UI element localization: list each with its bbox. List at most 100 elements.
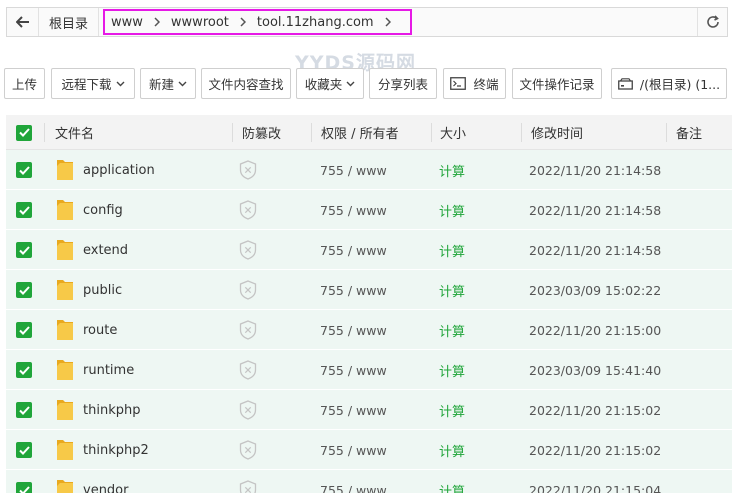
- size-calc-link[interactable]: 计算: [439, 150, 465, 190]
- shield-icon[interactable]: [239, 150, 257, 190]
- mtime-value: 2022/11/20 21:14:58: [529, 162, 662, 178]
- row-checkbox[interactable]: [16, 470, 32, 493]
- permission-value[interactable]: 755 / www: [320, 350, 387, 390]
- content-search-button[interactable]: 文件内容查找: [201, 68, 291, 99]
- mtime-value: 2023/03/09 15:41:40: [529, 362, 662, 378]
- mtime-value: 2022/11/20 21:15:04: [529, 482, 662, 493]
- header-name[interactable]: 文件名: [55, 115, 94, 150]
- check-icon: [18, 165, 30, 175]
- permission-value[interactable]: 755 / www: [320, 390, 387, 430]
- header-note[interactable]: 备注: [676, 115, 702, 150]
- permission-value[interactable]: 755 / www: [320, 270, 387, 310]
- row-checkbox[interactable]: [16, 390, 32, 430]
- size-calc-link[interactable]: 计算: [439, 470, 465, 493]
- folder-icon: [55, 310, 75, 350]
- row-checkbox[interactable]: [16, 190, 32, 230]
- table-row[interactable]: vendor 755 / www 计算 2022/11/20 21:15:04: [6, 470, 732, 493]
- row-checkbox[interactable]: [16, 270, 32, 310]
- file-name[interactable]: thinkphp: [83, 390, 140, 430]
- folder-icon: [55, 270, 75, 310]
- breadcrumb-item-www[interactable]: www: [111, 15, 143, 30]
- op-log-button[interactable]: 文件操作记录: [512, 68, 602, 99]
- breadcrumb: www wwwroot tool.11zhang.com: [103, 9, 412, 35]
- chevron-down-icon: [116, 81, 125, 87]
- table-row[interactable]: thinkphp 755 / www 计算 2022/11/20 21:15:0…: [6, 390, 732, 430]
- permission-value[interactable]: 755 / www: [320, 150, 387, 190]
- table-row[interactable]: route 755 / www 计算 2022/11/20 21:15:00: [6, 310, 732, 350]
- permission-value[interactable]: 755 / www: [320, 230, 387, 270]
- size-calc-link[interactable]: 计算: [439, 350, 465, 390]
- mtime-value: 2022/11/20 21:14:58: [529, 242, 662, 258]
- folder-icon: [55, 230, 75, 270]
- shield-icon[interactable]: [239, 230, 257, 270]
- shield-icon[interactable]: [239, 190, 257, 230]
- file-name[interactable]: vendor: [83, 470, 128, 493]
- refresh-icon: [706, 15, 719, 28]
- permission-value[interactable]: 755 / www: [320, 190, 387, 230]
- table-row[interactable]: config 755 / www 计算 2022/11/20 21:14:58: [6, 190, 732, 230]
- refresh-button[interactable]: [697, 8, 727, 36]
- file-name[interactable]: application: [83, 150, 155, 190]
- upload-button[interactable]: 上传: [4, 68, 45, 99]
- permission-value[interactable]: 755 / www: [320, 470, 387, 493]
- table-row[interactable]: application 755 / www 计算 2022/11/20 21:1…: [6, 150, 732, 190]
- header-tamper[interactable]: 防篡改: [242, 115, 281, 150]
- share-list-button[interactable]: 分享列表: [369, 68, 437, 99]
- row-checkbox[interactable]: [16, 430, 32, 470]
- file-name[interactable]: runtime: [83, 350, 134, 390]
- shield-icon[interactable]: [239, 430, 257, 470]
- permission-value[interactable]: 755 / www: [320, 430, 387, 470]
- mtime-value: 2022/11/20 21:14:58: [529, 202, 662, 218]
- breadcrumb-item-wwwroot[interactable]: wwwroot: [171, 15, 229, 30]
- disk-button[interactable]: /(根目录) (1...: [611, 68, 727, 99]
- size-calc-link[interactable]: 计算: [439, 430, 465, 470]
- size-calc-link[interactable]: 计算: [439, 310, 465, 350]
- row-checkbox[interactable]: [16, 230, 32, 270]
- header-permission[interactable]: 权限 / 所有者: [321, 115, 399, 150]
- disk-icon: [617, 77, 633, 90]
- shield-icon[interactable]: [239, 390, 257, 430]
- row-checkbox[interactable]: [16, 350, 32, 390]
- check-icon: [18, 365, 30, 375]
- folder-icon: [55, 350, 75, 390]
- file-name[interactable]: thinkphp2: [83, 430, 149, 470]
- breadcrumb-root[interactable]: 根目录: [39, 8, 100, 36]
- size-calc-link[interactable]: 计算: [439, 230, 465, 270]
- header-size[interactable]: 大小: [440, 115, 466, 150]
- shield-icon[interactable]: [239, 310, 257, 350]
- terminal-button[interactable]: 终端: [443, 68, 506, 99]
- folder-icon: [55, 150, 75, 190]
- shield-icon[interactable]: [239, 270, 257, 310]
- path-bar: 根目录 www wwwroot tool.11zhang.com: [6, 7, 728, 37]
- file-name[interactable]: extend: [83, 230, 128, 270]
- check-icon: [18, 285, 30, 295]
- header-mtime[interactable]: 修改时间: [531, 115, 583, 150]
- row-checkbox[interactable]: [16, 150, 32, 190]
- check-icon: [18, 405, 30, 415]
- table-row[interactable]: public 755 / www 计算 2023/03/09 15:02:22: [6, 270, 732, 310]
- shield-icon[interactable]: [239, 470, 257, 493]
- permission-value[interactable]: 755 / www: [320, 310, 387, 350]
- table-row[interactable]: runtime 755 / www 计算 2023/03/09 15:41:40: [6, 350, 732, 390]
- size-calc-link[interactable]: 计算: [439, 270, 465, 310]
- row-checkbox[interactable]: [16, 310, 32, 350]
- file-name[interactable]: public: [83, 270, 122, 310]
- table-row[interactable]: extend 755 / www 计算 2022/11/20 21:14:58: [6, 230, 732, 270]
- new-button[interactable]: 新建: [140, 68, 196, 99]
- shield-icon[interactable]: [239, 350, 257, 390]
- table-row[interactable]: thinkphp2 755 / www 计算 2022/11/20 21:15:…: [6, 430, 732, 470]
- file-name[interactable]: config: [83, 190, 123, 230]
- terminal-label: 终端: [473, 77, 499, 92]
- favorites-button[interactable]: 收藏夹: [296, 68, 364, 99]
- breadcrumb-item-site[interactable]: tool.11zhang.com: [257, 15, 374, 30]
- chevron-right-icon[interactable]: [385, 17, 391, 27]
- toolbar: 上传 远程下载 新建 文件内容查找 收藏夹 分享列表 终端 文件操作记录 /(根…: [4, 68, 734, 99]
- back-button[interactable]: [7, 8, 39, 36]
- file-name[interactable]: route: [83, 310, 117, 350]
- size-calc-link[interactable]: 计算: [439, 190, 465, 230]
- size-calc-link[interactable]: 计算: [439, 390, 465, 430]
- remote-download-button[interactable]: 远程下载: [51, 68, 135, 99]
- file-table: 文件名 防篡改 权限 / 所有者 大小 修改时间 备注 application: [6, 115, 732, 493]
- select-all-checkbox[interactable]: [16, 115, 32, 150]
- arrow-left-icon: [15, 16, 29, 28]
